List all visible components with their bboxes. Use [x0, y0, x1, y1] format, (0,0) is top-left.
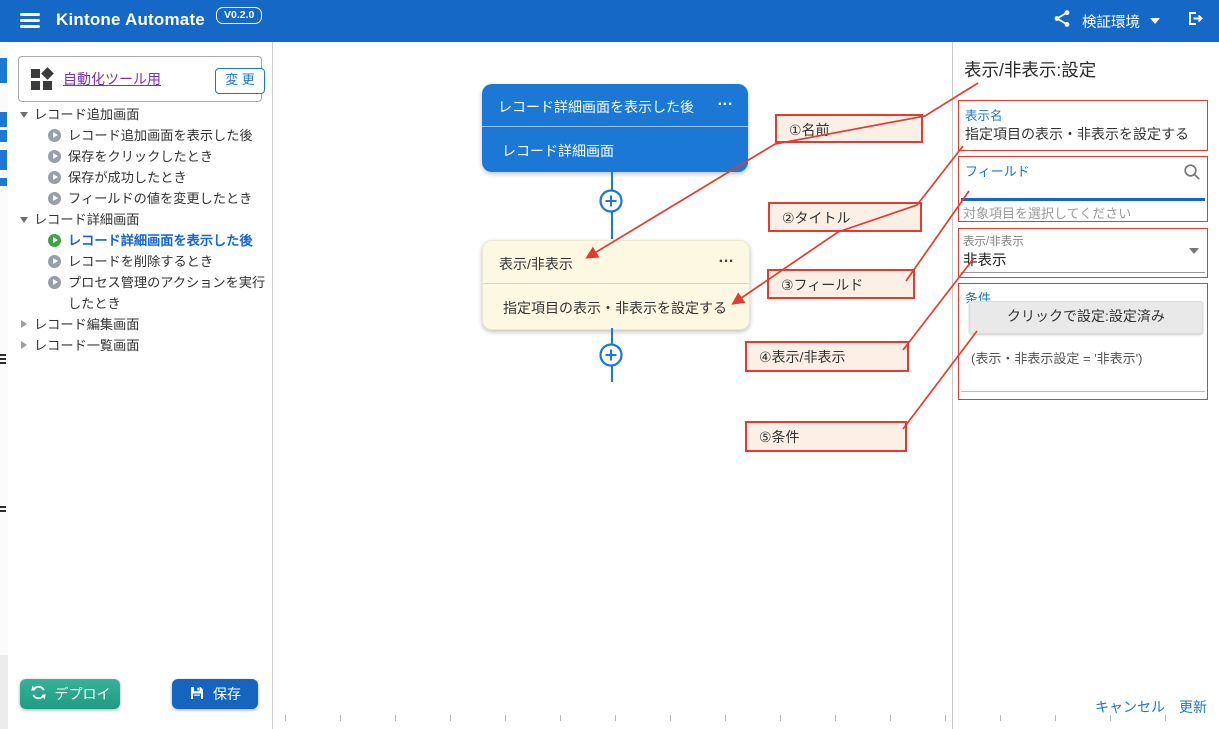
- chevron-down-icon[interactable]: [1150, 18, 1160, 24]
- node-divider: [483, 283, 749, 284]
- condition-group: 条件 クリックで設定:設定済み (表示・非表示設定 = '非表示'): [958, 283, 1208, 400]
- collapse-icon: [20, 217, 28, 223]
- event-icon: [48, 192, 61, 205]
- app-card: 自動化ツール用 変 更: [18, 56, 262, 102]
- deploy-label: デプロイ: [55, 684, 111, 704]
- environment-selector[interactable]: 検証環境: [1082, 11, 1140, 32]
- tree-group-record-edit[interactable]: レコード編集画面: [18, 314, 268, 335]
- cancel-button[interactable]: キャンセル: [1095, 697, 1165, 717]
- trigger-node-title: レコード詳細画面を表示した後: [498, 97, 694, 117]
- deploy-button[interactable]: デプロイ: [20, 679, 120, 709]
- event-icon: [48, 150, 61, 163]
- logout-icon[interactable]: [1184, 8, 1205, 34]
- change-app-button[interactable]: 変 更: [215, 68, 265, 94]
- tree-group-record-add[interactable]: レコード追加画面: [18, 104, 268, 125]
- tree-group-label: レコード編集画面: [34, 317, 140, 332]
- tree-group-record-list[interactable]: レコード一覧画面: [18, 335, 268, 356]
- save-label: 保存: [213, 684, 241, 704]
- node-divider: [482, 126, 748, 127]
- field-select-group: フィールド 対象項目を選択してください: [958, 156, 1208, 222]
- settings-panel: 表示/非表示:設定 表示名 指定項目の表示・非表示を設定する フィールド 対象項…: [952, 42, 1219, 729]
- tree-group-record-detail[interactable]: レコード詳細画面: [18, 209, 268, 230]
- tree-item-detail-shown-active[interactable]: レコード詳細画面を表示した後: [18, 230, 268, 251]
- annotation-box-condition: ⑤条件: [745, 421, 907, 452]
- name-field-value[interactable]: 指定項目の表示・非表示を設定する: [965, 124, 1189, 144]
- field-label: フィールド: [965, 161, 1030, 180]
- event-icon-active: [48, 234, 61, 247]
- annotation-box-visibility: ④表示/非表示: [745, 341, 909, 372]
- expand-icon: [21, 341, 27, 349]
- visibility-select-group[interactable]: 表示/非表示 非表示: [958, 228, 1208, 278]
- sidebar: 自動化ツール用 変 更 レコード追加画面 レコード追加画面を表示した後 保存をク…: [8, 42, 273, 729]
- action-node-title: 表示/非表示: [499, 254, 573, 274]
- trigger-node[interactable]: レコード詳細画面を表示した後 … レコード詳細画面: [482, 84, 748, 172]
- select-underline: [961, 272, 1205, 273]
- add-step-button[interactable]: [598, 342, 624, 368]
- name-field-group: 表示名 指定項目の表示・非表示を設定する: [958, 100, 1208, 151]
- tree-group-label: レコード一覧画面: [34, 338, 140, 353]
- tree-item-field-changed[interactable]: フィールドの値を変更したとき: [18, 188, 268, 209]
- action-node[interactable]: 表示/非表示 … 指定項目の表示・非表示を設定する: [482, 240, 750, 330]
- event-icon: [48, 129, 61, 142]
- kintone-app-icon: [31, 68, 53, 90]
- field-search-input[interactable]: [963, 179, 1197, 199]
- trigger-node-subtitle: レコード詳細画面: [502, 141, 614, 161]
- version-badge: V0.2.0: [216, 7, 262, 24]
- add-step-button[interactable]: [598, 188, 624, 214]
- node-menu-icon[interactable]: …: [718, 249, 735, 267]
- condition-expression: (表示・非表示設定 = '非表示'): [971, 348, 1142, 367]
- event-icon: [48, 171, 61, 184]
- visibility-selected-value[interactable]: 非表示: [963, 249, 1007, 270]
- tree-item-record-delete[interactable]: レコードを削除するとき: [18, 251, 268, 272]
- annotation-box-name: ①名前: [775, 114, 923, 143]
- node-menu-icon[interactable]: …: [717, 92, 734, 110]
- annotation-box-field: ③フィールド: [767, 269, 915, 299]
- field-placeholder: 対象項目を選択してください: [963, 203, 1131, 222]
- annotation-box-title: ②タイトル: [768, 202, 922, 232]
- tree-item-save-success[interactable]: 保存が成功したとき: [18, 167, 268, 188]
- share-icon[interactable]: [1053, 9, 1072, 33]
- event-icon: [48, 276, 61, 289]
- panel-title: 表示/非表示:設定: [964, 57, 1096, 82]
- tree-group-label: レコード追加画面: [34, 107, 140, 122]
- collapse-icon: [20, 112, 28, 118]
- tree-item-save-clicked[interactable]: 保存をクリックしたとき: [18, 146, 268, 167]
- event-tree: レコード追加画面 レコード追加画面を表示した後 保存をクリックしたとき 保存が成…: [18, 104, 268, 356]
- action-node-subtitle: 指定項目の表示・非表示を設定する: [503, 298, 727, 318]
- flow-canvas: レコード詳細画面を表示した後 … レコード詳細画面 表示/非表示 … 指定項目の…: [272, 42, 952, 729]
- expand-icon: [21, 320, 27, 328]
- dropdown-caret-icon[interactable]: [1189, 248, 1199, 254]
- name-field-label: 表示名: [965, 105, 1003, 124]
- save-button[interactable]: 保存: [172, 679, 258, 709]
- tree-item-process-action[interactable]: プロセス管理のアクションを実行したとき: [18, 272, 268, 314]
- update-button[interactable]: 更新: [1179, 697, 1207, 717]
- condition-divider: [961, 391, 1205, 392]
- visibility-label: 表示/非表示: [963, 233, 1024, 249]
- app-header: Kintone Automate V0.2.0 検証環境: [0, 0, 1219, 42]
- refresh-icon: [30, 684, 47, 704]
- app-title: Kintone Automate: [56, 10, 205, 30]
- save-icon: [189, 685, 205, 704]
- tree-group-label: レコード詳細画面: [34, 212, 140, 227]
- hamburger-menu-icon[interactable]: [20, 13, 40, 29]
- app-link[interactable]: 自動化ツール用: [63, 69, 161, 89]
- event-icon: [48, 255, 61, 268]
- focused-underline: [961, 198, 1205, 201]
- kintone-automate-screen: Kintone Automate V0.2.0 検証環境: [0, 0, 1219, 729]
- tree-item-add-shown[interactable]: レコード追加画面を表示した後: [18, 125, 268, 146]
- condition-set-button[interactable]: クリックで設定:設定済み: [969, 301, 1203, 334]
